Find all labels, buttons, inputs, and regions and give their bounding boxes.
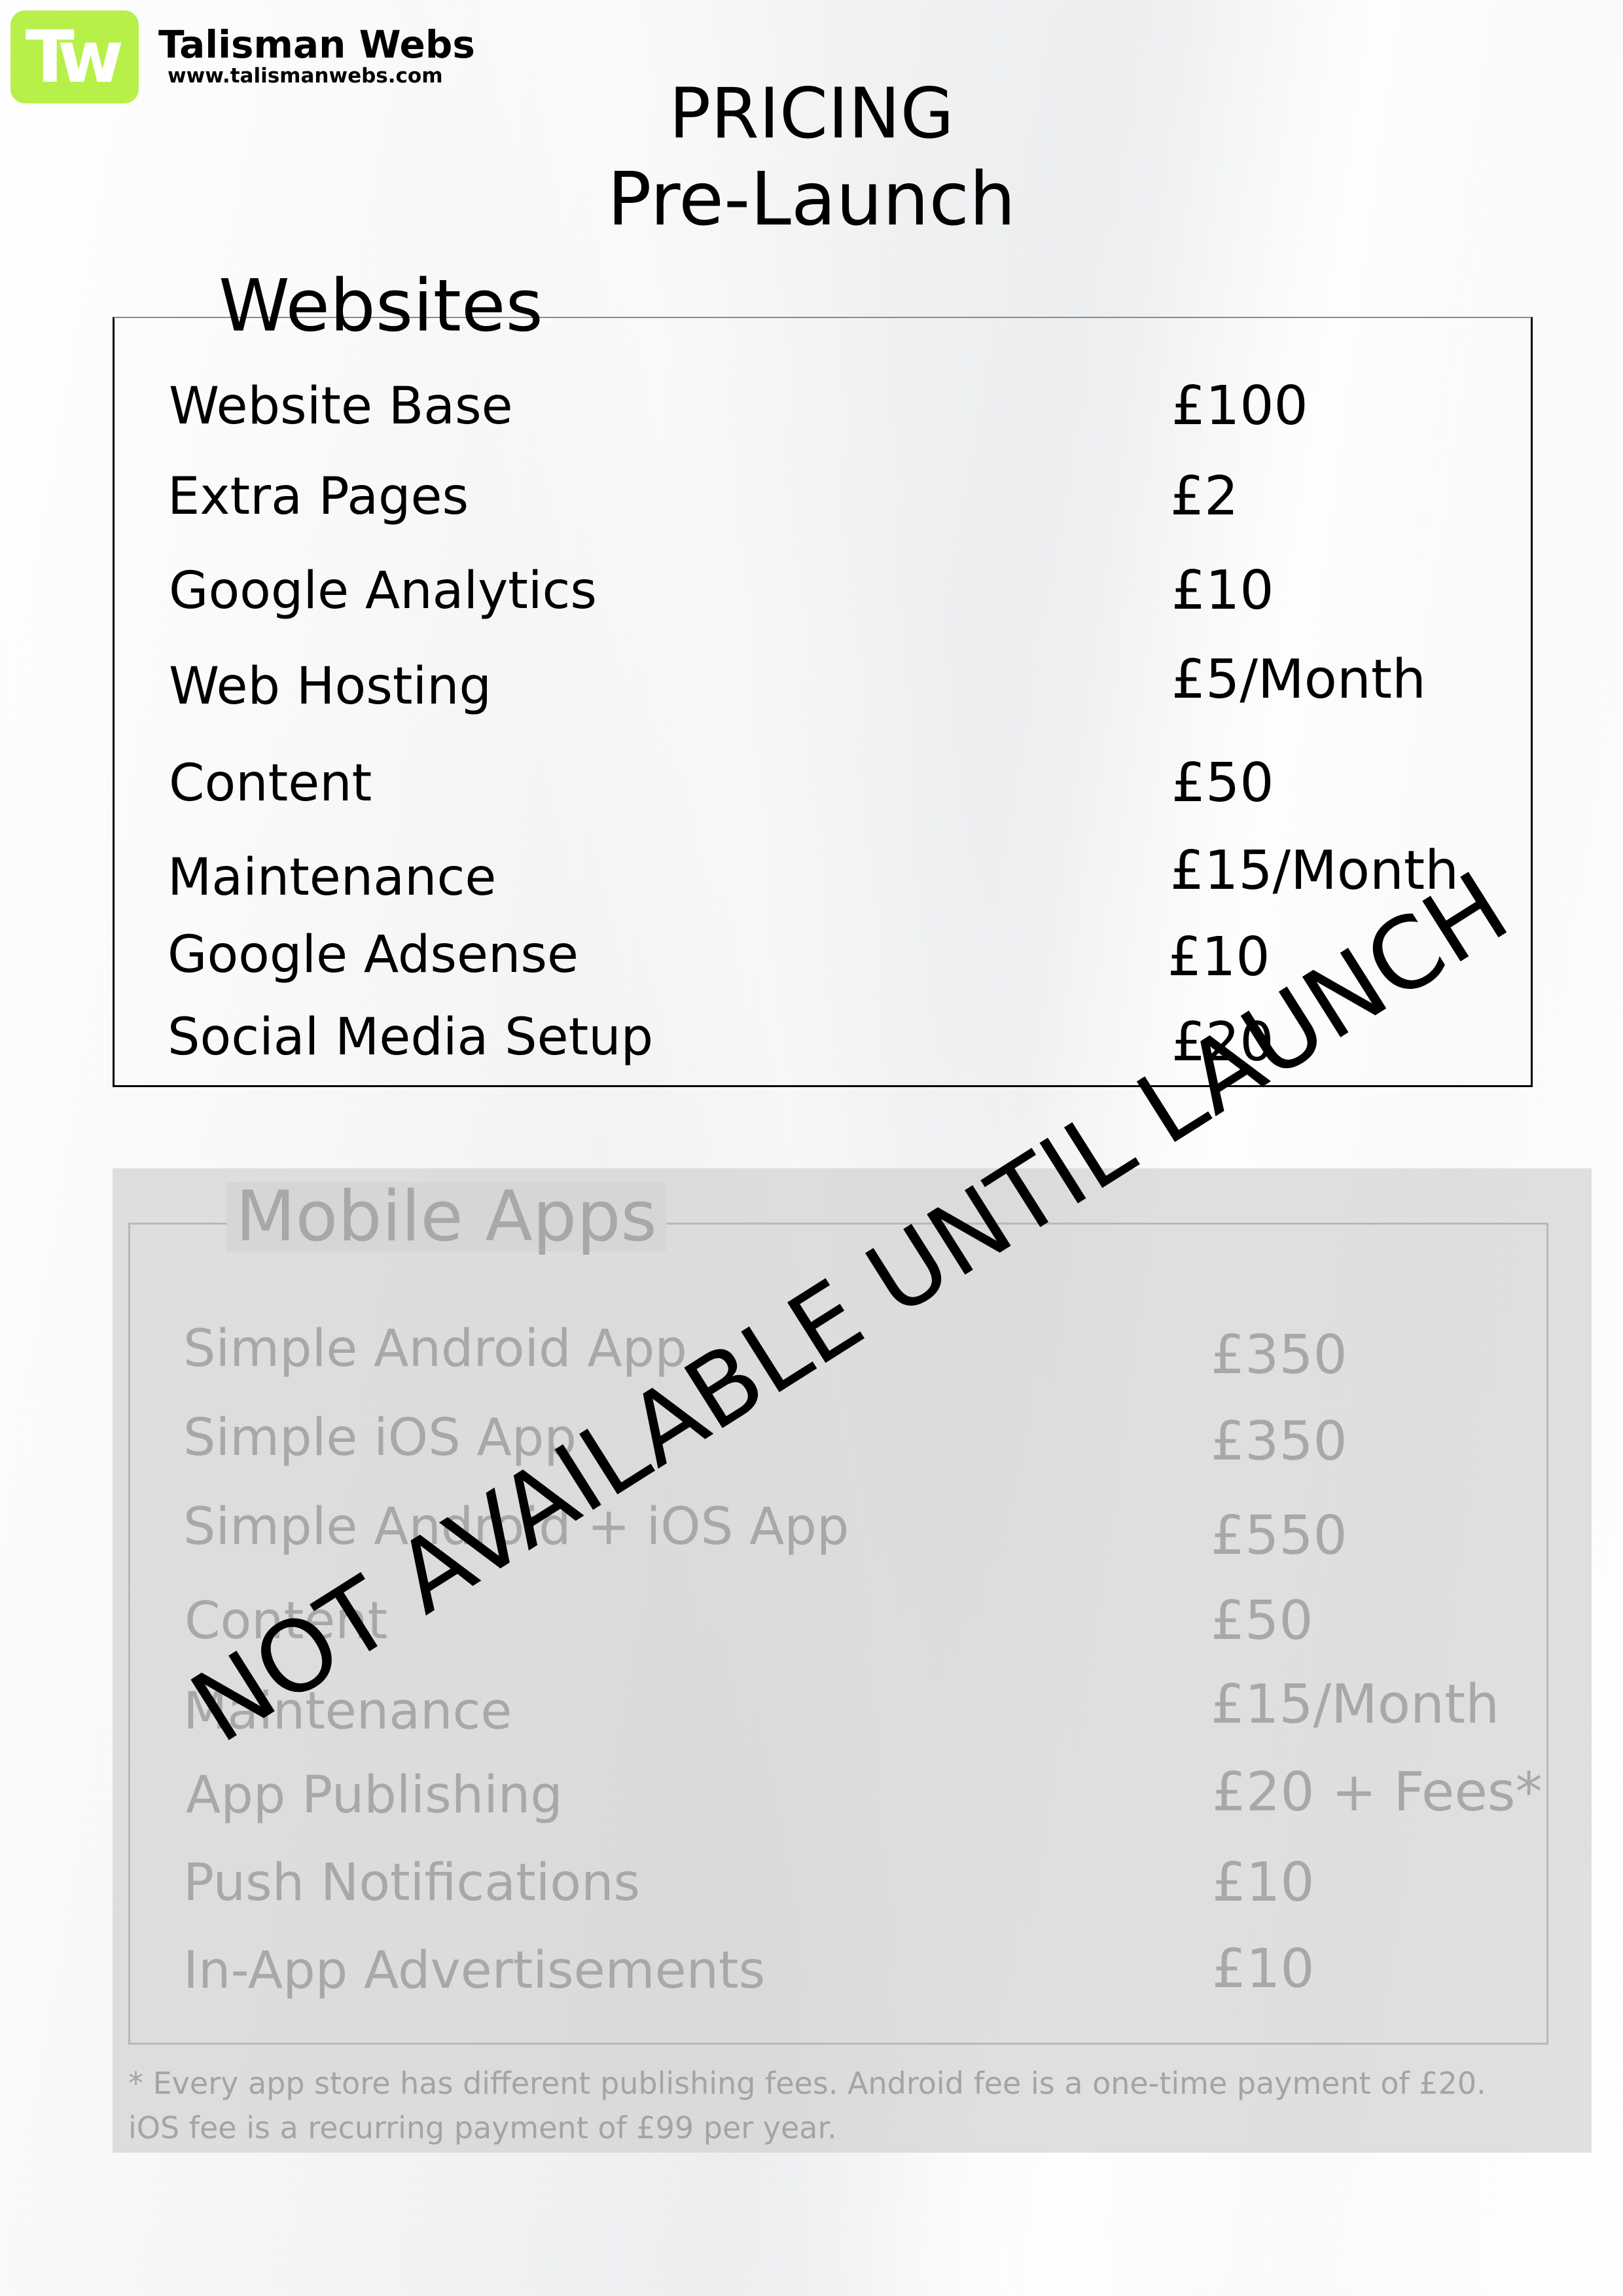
mobile-apps-item-label: App Publishing [186,1766,563,1825]
footnote: * Every app store has different publishi… [128,2066,1486,2101]
websites-item-price: £5/Month [1171,649,1426,711]
brand-name: Talisman Webs [158,22,475,67]
mobile-apps-item-price: £10 [1212,1852,1315,1914]
websites-item-label: Google Analytics [169,562,597,620]
websites-item-label: Website Base [169,377,513,436]
websites-item-label: Maintenance [168,848,497,907]
mobile-apps-item-price: £550 [1211,1505,1347,1567]
websites-item-price: £50 [1171,752,1274,814]
websites-item-label: Extra Pages [168,467,469,526]
websites-item-label: Social Media Setup [168,1008,654,1067]
page-title: PRICING [669,73,954,154]
websites-item-price: £10 [1168,926,1270,988]
mobile-apps-item-price: £20 + Fees* [1212,1761,1543,1823]
footnote: iOS fee is a recurring payment of £99 pe… [128,2110,837,2145]
mobile-apps-item-price: £50 [1211,1590,1313,1652]
websites-item-price: £100 [1171,375,1308,437]
websites-item-label: Content [169,754,372,813]
websites-heading: Websites [209,270,552,342]
mobile-apps-item-label: Simple Android App [183,1319,687,1378]
mobile-apps-item-price: £350 [1211,1324,1347,1386]
mobile-apps-heading: Mobile Apps [226,1182,666,1251]
websites-item-label: Google Adsense [168,925,579,984]
mobile-apps-item-label: In-App Advertisements [183,1941,766,2000]
websites-item-label: Web Hosting [169,657,492,716]
page-subtitle: Pre-Launch [607,157,1016,242]
websites-item-price: £2 [1170,465,1239,528]
mobile-apps-item-price: £10 [1212,1938,1315,2000]
mobile-apps-item-price: £15/Month [1211,1674,1500,1736]
websites-item-price: £10 [1171,560,1274,622]
mobile-apps-item-price: £350 [1211,1410,1347,1473]
mobile-apps-item-label: Push Notifications [183,1854,641,1912]
